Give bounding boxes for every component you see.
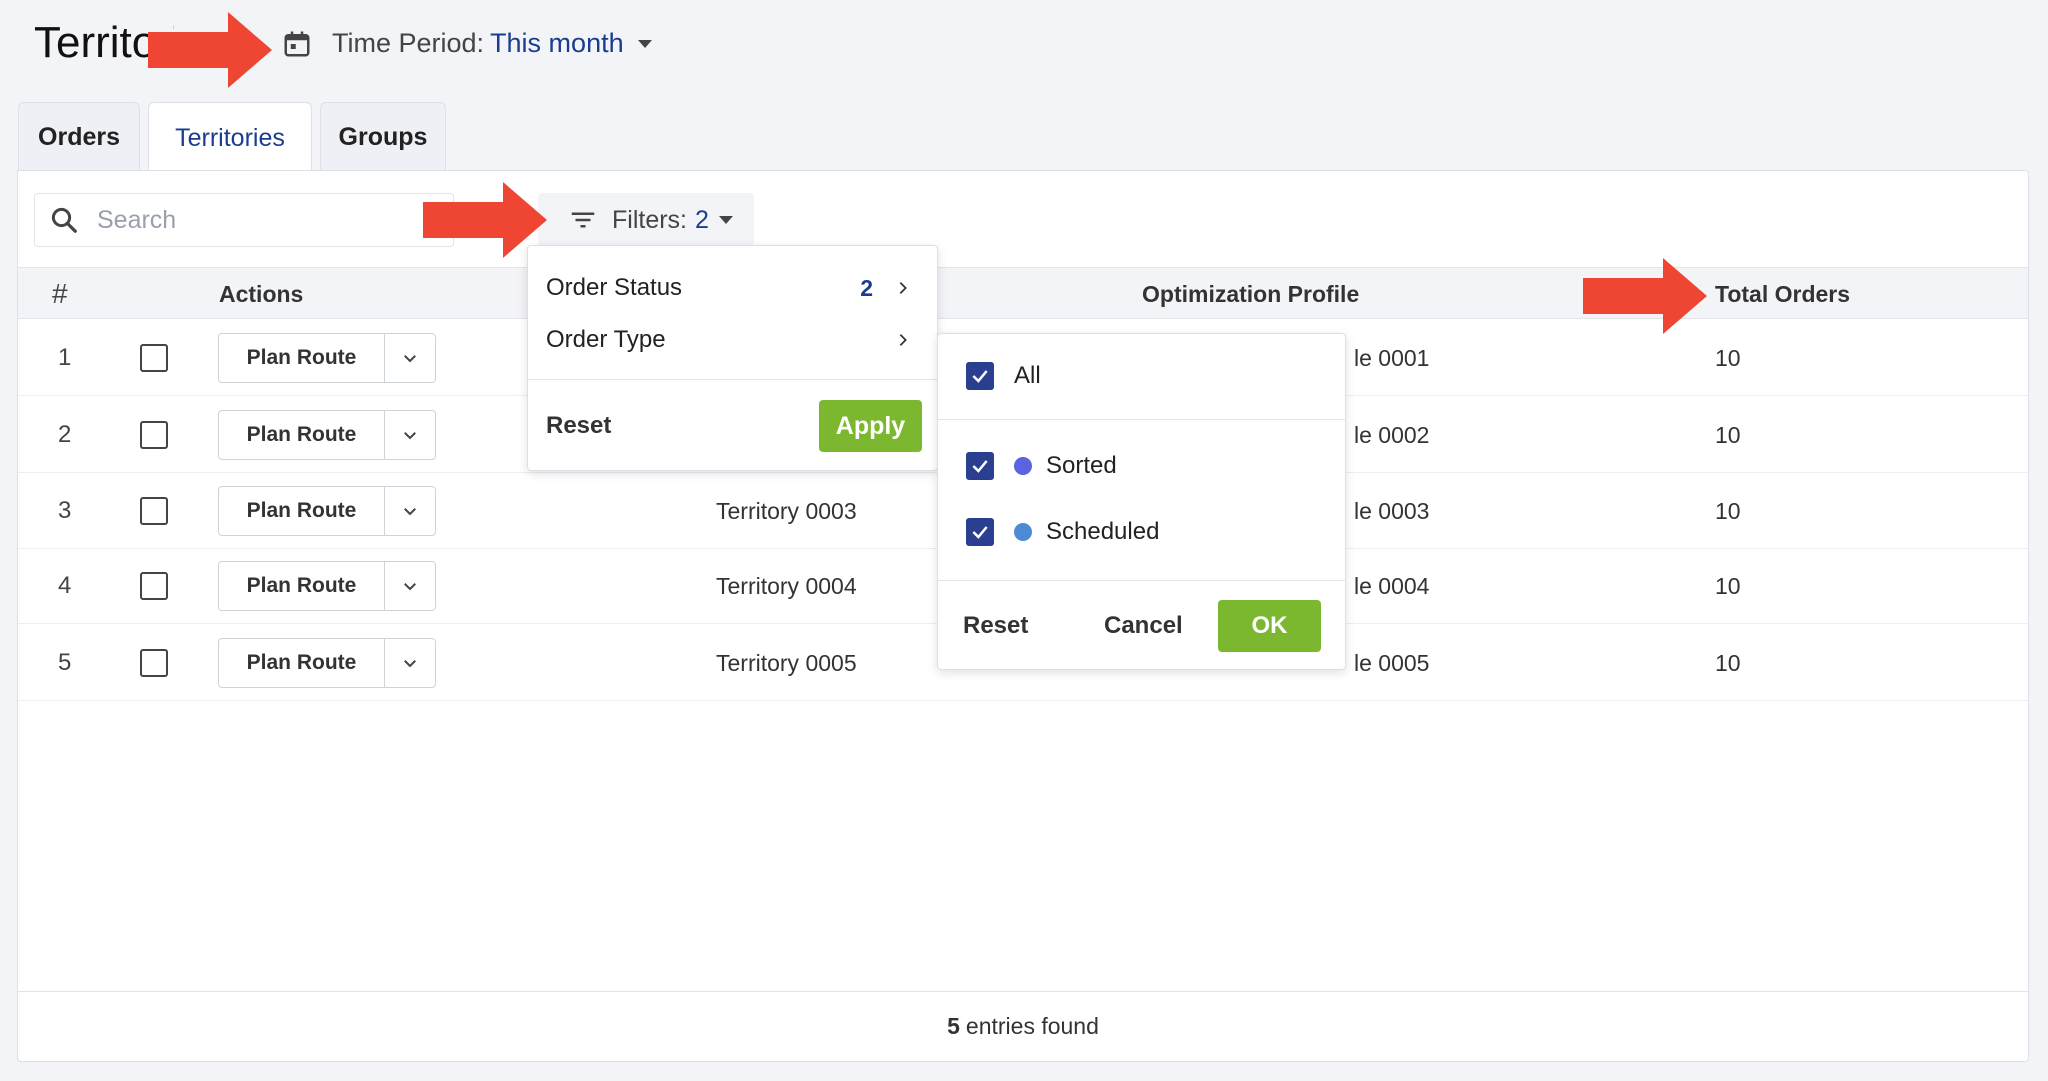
row-checkbox[interactable] [140,344,168,372]
filters-label: Filters: [612,205,687,234]
chevron-down-icon [404,583,416,591]
search-input[interactable]: Search [97,206,176,235]
annotation-arrow-icon [423,182,547,258]
plan-route-dropdown[interactable] [385,411,435,459]
status-dot-sorted [1014,457,1032,475]
plan-route-group: Plan Route [218,333,436,383]
status-option-scheduled[interactable]: Scheduled [966,518,1159,546]
column-total-orders[interactable]: Total Orders [1715,268,1850,320]
filter-order-type[interactable]: Order Type [528,314,937,366]
plan-route-button[interactable]: Plan Route [219,487,385,535]
row-checkbox[interactable] [140,497,168,525]
plan-route-group: Plan Route [218,410,436,460]
check-icon [972,370,988,383]
annotation-arrow-icon [1583,258,1707,334]
plan-route-group: Plan Route [218,486,436,536]
checkbox-checked[interactable] [966,362,994,390]
check-icon [972,460,988,473]
time-period-selector[interactable]: Time Period: This month [282,28,652,59]
plan-route-dropdown[interactable] [385,562,435,610]
row-number: 1 [58,344,72,371]
total-orders: 10 [1715,497,1741,524]
column-optimization-profile[interactable]: Optimization Profile [1142,268,1359,320]
plan-route-button[interactable]: Plan Route [219,334,385,382]
status-reset-button[interactable]: Reset [963,612,1028,640]
time-period-value[interactable]: This month [490,28,624,59]
caret-down-icon [718,216,733,224]
row-number: 2 [58,421,72,448]
total-orders: 10 [1715,344,1741,371]
status-dot-scheduled [1014,523,1032,541]
filter-order-status[interactable]: Order Status 2 [528,262,937,314]
tab-territories[interactable]: Territories [148,102,312,174]
row-checkbox[interactable] [140,421,168,449]
plan-route-group: Plan Route [218,561,436,611]
plan-route-group: Plan Route [218,638,436,688]
chevron-down-icon [404,355,416,363]
caret-down-icon[interactable] [637,39,652,48]
row-number: 4 [58,572,72,599]
total-orders: 10 [1715,421,1741,448]
search-box[interactable]: Search [34,193,454,247]
tab-bar: Orders Territories Groups [18,102,446,174]
cancel-button[interactable]: Cancel [1104,612,1183,640]
plan-route-dropdown[interactable] [385,487,435,535]
optimization-profile: le 0005 [1354,649,1430,676]
table-footer: 5 entries found [18,991,2028,1061]
annotation-arrow-icon [148,12,272,88]
tab-orders[interactable]: Orders [18,102,140,172]
tab-groups[interactable]: Groups [320,102,446,172]
filter-order-type-label: Order Type [546,326,666,353]
territory-name: Territory 0005 [716,649,857,676]
table-header: # Actions Optimization Profile Total Ord… [18,267,2028,319]
filter-order-status-count: 2 [860,274,873,301]
chevron-down-icon [404,660,416,668]
entries-count: 5 [947,1013,960,1039]
chevron-down-icon [404,508,416,516]
checkbox-checked[interactable] [966,452,994,480]
optimization-profile: le 0002 [1354,421,1430,448]
plan-route-dropdown[interactable] [385,639,435,687]
column-actions[interactable]: Actions [219,268,303,320]
row-number: 5 [58,649,72,676]
filters-count: 2 [695,205,709,234]
plan-route-button[interactable]: Plan Route [219,411,385,459]
total-orders: 10 [1715,649,1741,676]
order-status-menu: All Sorted Scheduled Reset Cancel OK [937,333,1346,670]
ok-button[interactable]: OK [1218,600,1321,652]
status-option-all[interactable]: All [966,362,1041,390]
row-number: 3 [58,497,72,524]
apply-button[interactable]: Apply [819,400,922,452]
filter-order-status-label: Order Status [546,274,683,301]
optimization-profile: le 0001 [1354,344,1430,371]
column-number: # [52,278,68,309]
territory-name: Territory 0003 [716,497,857,524]
status-option-scheduled-label: Scheduled [1046,518,1160,545]
optimization-profile: le 0003 [1354,497,1430,524]
calendar-icon [284,31,310,56]
check-icon [972,526,988,539]
chevron-right-icon [899,282,907,294]
plan-route-dropdown[interactable] [385,334,435,382]
filter-icon [571,212,595,228]
chevron-down-icon [404,432,416,440]
entries-label: entries found [965,1013,1099,1039]
territory-name: Territory 0004 [716,572,857,599]
chevron-right-icon [899,334,907,346]
checkbox-checked[interactable] [966,518,994,546]
plan-route-button[interactable]: Plan Route [219,639,385,687]
filters-menu: Order Status 2 Order Type Reset Apply [527,245,938,471]
filters-reset-button[interactable]: Reset [546,412,611,440]
optimization-profile: le 0004 [1354,572,1430,599]
row-checkbox[interactable] [140,649,168,677]
total-orders: 10 [1715,572,1741,599]
time-period-label: Time Period: [332,28,485,58]
row-checkbox[interactable] [140,572,168,600]
status-option-sorted-label: Sorted [1046,452,1117,479]
plan-route-button[interactable]: Plan Route [219,562,385,610]
filters-button[interactable]: Filters: 2 [538,193,754,247]
status-option-sorted[interactable]: Sorted [966,452,1117,480]
search-icon [51,207,77,233]
status-option-all-label: All [1014,362,1041,389]
